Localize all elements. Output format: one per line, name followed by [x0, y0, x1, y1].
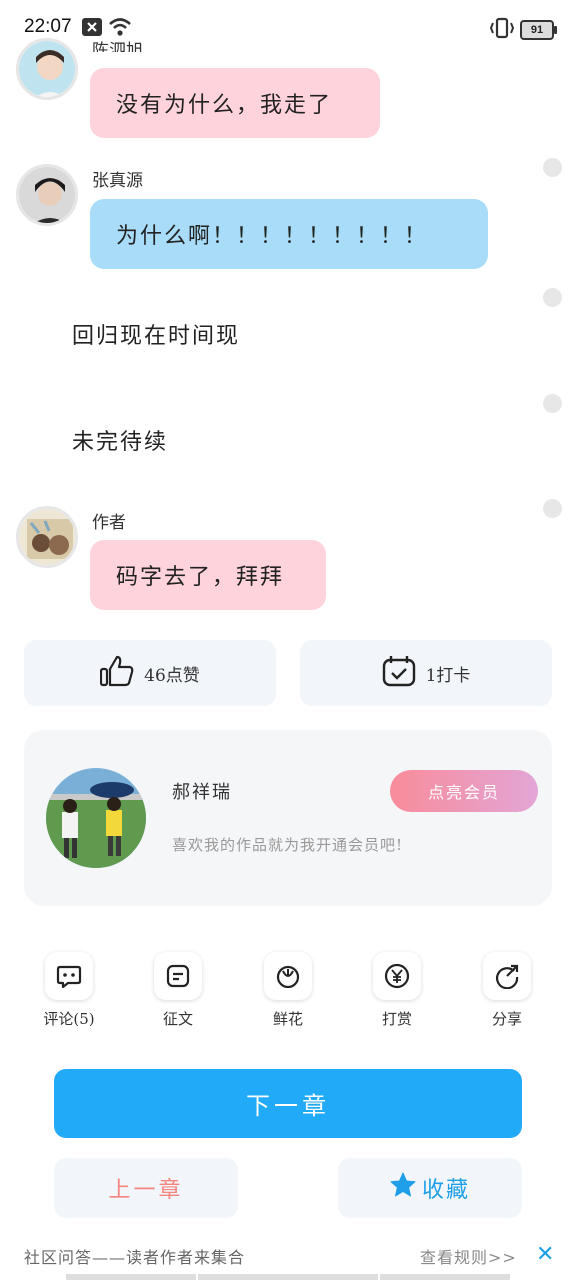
- star-icon: [390, 1172, 416, 1204]
- paragraph-comment-dot[interactable]: [543, 499, 562, 518]
- checkin-button[interactable]: 1打卡: [300, 640, 552, 706]
- vip-button[interactable]: 点亮会员: [390, 770, 538, 812]
- tool-label: 分享: [491, 1010, 522, 1028]
- author-card: 郝祥瑞 喜欢我的作品就为我开通会员吧! 点亮会员: [24, 730, 552, 906]
- avatar-author[interactable]: [16, 506, 78, 568]
- speaker-name: 张真源: [92, 171, 143, 191]
- home-indicator-segment: [198, 1274, 378, 1280]
- flower-icon: [264, 952, 312, 1000]
- favorite-label: 收藏: [421, 1178, 470, 1203]
- tool-flower[interactable]: 鲜花: [248, 952, 328, 1029]
- battery-icon: 91: [520, 20, 557, 40]
- avatar-zhang[interactable]: [16, 164, 78, 226]
- avatar-chen[interactable]: [16, 38, 78, 100]
- share-icon: [483, 952, 531, 1000]
- tool-label: 征文: [162, 1010, 193, 1028]
- author-avatar[interactable]: [46, 768, 146, 868]
- comment-icon: [45, 952, 93, 1000]
- chat-bubble: 没有为什么，我走了: [90, 68, 380, 138]
- paragraph-comment-dot[interactable]: [543, 288, 562, 307]
- tool-label: 评论(5): [43, 1010, 95, 1028]
- tool-label: 打赏: [381, 1010, 412, 1028]
- narration-text: 未完待续: [72, 430, 169, 455]
- tool-essay[interactable]: 征文: [138, 952, 218, 1029]
- paragraph-comment-dot[interactable]: [543, 394, 562, 413]
- status-bar: 22:07 91: [0, 0, 576, 56]
- favorite-button[interactable]: 收藏: [338, 1158, 522, 1218]
- status-time: 22:07: [24, 16, 72, 37]
- home-indicator-segment: [66, 1274, 196, 1280]
- calendar-check-icon: [382, 655, 416, 691]
- like-button[interactable]: 46点赞: [24, 640, 276, 706]
- prev-chapter-button[interactable]: 上一章: [54, 1158, 238, 1218]
- view-rules-link[interactable]: 查看规则>>: [420, 1244, 517, 1268]
- yen-reward-icon: [373, 952, 421, 1000]
- tool-share[interactable]: 分享: [467, 952, 547, 1029]
- tool-label: 鲜花: [272, 1010, 303, 1028]
- speaker-name: 陈泗旭: [92, 41, 143, 52]
- narration-text: 回归现在时间现: [72, 324, 241, 349]
- close-icon[interactable]: ✕: [536, 1242, 554, 1267]
- author-tip: 喜欢我的作品就为我开通会员吧!: [172, 836, 404, 854]
- checkin-count: 1打卡: [425, 665, 471, 686]
- tool-comment[interactable]: 评论(5): [29, 952, 109, 1029]
- home-indicator-segment: [380, 1274, 510, 1280]
- thumbs-up-icon: [100, 655, 134, 691]
- speaker-name: 作者: [92, 513, 126, 533]
- tool-reward[interactable]: 打赏: [357, 952, 437, 1029]
- community-text: 社区问答——读者作者来集合: [24, 1248, 246, 1267]
- next-chapter-button[interactable]: 下一章: [54, 1069, 522, 1138]
- author-name: 郝祥瑞: [172, 782, 232, 803]
- vibrate-icon: [489, 17, 515, 43]
- chat-bubble: 码字去了，拜拜: [90, 540, 326, 610]
- chat-bubble: 为什么啊！！！！！！！！！: [90, 199, 488, 269]
- paragraph-comment-dot[interactable]: [543, 158, 562, 177]
- like-count: 46点赞: [144, 665, 200, 686]
- essay-icon: [154, 952, 202, 1000]
